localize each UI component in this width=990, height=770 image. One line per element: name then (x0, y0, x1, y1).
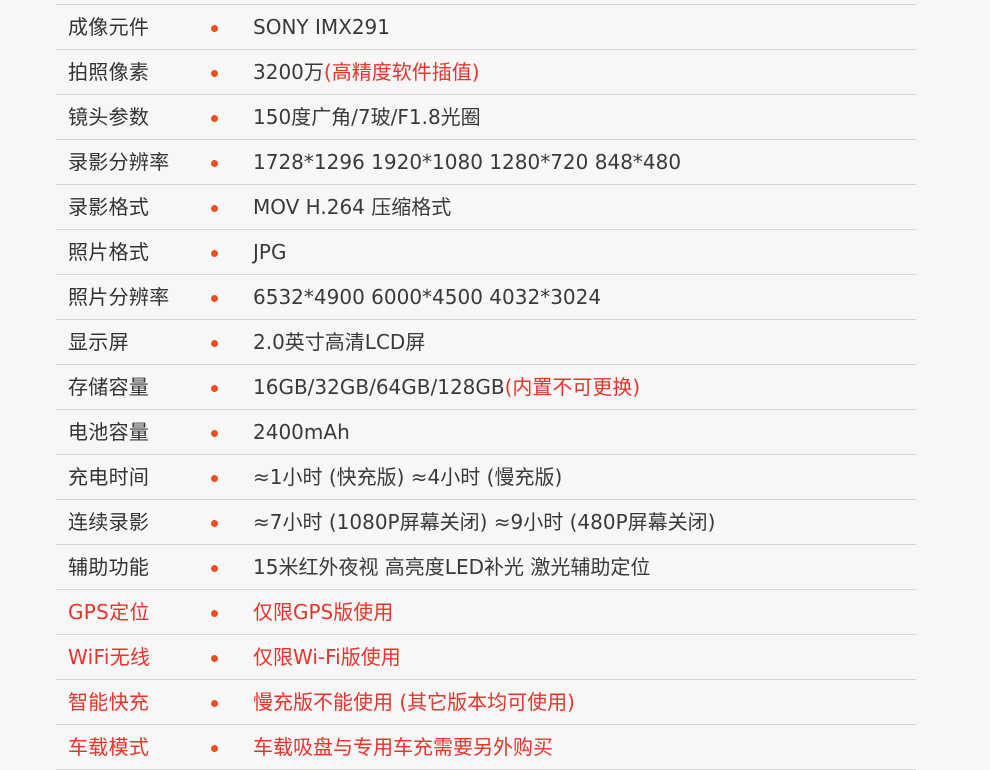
spec-value: 2.0英寸高清LCD屏 (253, 330, 425, 354)
spec-row: 成像元件 SONY IMX291 (56, 5, 916, 50)
spec-value: 6532*4900 6000*4500 4032*3024 (253, 285, 601, 309)
spec-value: 慢充版不能使用 (其它版本均可使用) (253, 690, 575, 714)
spec-value-text: 15米红外夜视 高亮度LED补光 激光辅助定位 (253, 555, 651, 579)
spec-row: 存储容量 16GB/32GB/64GB/128GB(内置不可更换) (56, 365, 916, 410)
bullet-dot-icon (211, 520, 218, 527)
spec-label: 录影分辨率 (68, 150, 170, 174)
spec-label: 镜头参数 (68, 105, 150, 129)
spec-value: 16GB/32GB/64GB/128GB(内置不可更换) (253, 375, 640, 399)
spec-label: 存储容量 (68, 375, 150, 399)
bullet-dot-icon (211, 610, 218, 617)
spec-value-text: 2.0英寸高清LCD屏 (253, 330, 426, 354)
spec-row: 显示屏 2.0英寸高清LCD屏 (56, 320, 916, 365)
spec-value-text: 1728*1296 1920*1080 1280*720 848*480 (253, 150, 682, 174)
bullet-dot-icon (211, 655, 218, 662)
bullet-dot-icon (211, 205, 218, 212)
spec-row: 连续录影 ≈7小时 (1080P屏幕关闭) ≈9小时 (480P屏幕关闭) (56, 500, 916, 545)
spec-value: 车载吸盘与专用车充需要另外购买 (253, 735, 553, 759)
bullet-dot-icon (211, 700, 218, 707)
spec-value-text: 仅限GPS版使用 (253, 600, 394, 624)
spec-row: 拍照像素 3200万(高精度软件插值) (56, 50, 916, 95)
spec-value-text: 6532*4900 6000*4500 4032*3024 (253, 285, 602, 309)
spec-value: 3200万(高精度软件插值) (253, 60, 480, 84)
spec-value-text: 2400mAh (253, 420, 350, 444)
spec-value-text: ≈1小时 (快充版) ≈4小时 (慢充版) (253, 465, 563, 489)
spec-value-text: 仅限Wi-Fi版使用 (253, 645, 401, 669)
spec-row: 照片格式 JPG (56, 230, 916, 275)
spec-value-text: 慢充版不能使用 (其它版本均可使用) (253, 690, 575, 714)
spec-value: 150度广角/7玻/F1.8光圈 (253, 105, 481, 129)
spec-label: GPS定位 (68, 600, 150, 624)
spec-row: GPS定位 仅限GPS版使用 (56, 590, 916, 635)
spec-label: 拍照像素 (68, 60, 150, 84)
spec-label: 录影格式 (68, 195, 150, 219)
spec-value: 15米红外夜视 高亮度LED补光 激光辅助定位 (253, 555, 650, 579)
spec-value-text: JPG (253, 240, 287, 264)
bullet-dot-icon (211, 430, 218, 437)
spec-label: 连续录影 (68, 510, 150, 534)
spec-value: ≈1小时 (快充版) ≈4小时 (慢充版) (253, 465, 562, 489)
spec-row: 电池容量 2400mAh (56, 410, 916, 455)
spec-value-text: 车载吸盘与专用车充需要另外购买 (253, 735, 553, 759)
spec-label: 显示屏 (68, 330, 129, 354)
spec-value-note: (高精度软件插值) (323, 60, 480, 84)
spec-row: 车载模式 车载吸盘与专用车充需要另外购买 (56, 725, 916, 770)
spec-label: 照片格式 (68, 240, 150, 264)
spec-value: 仅限GPS版使用 (253, 600, 393, 624)
bullet-dot-icon (211, 340, 218, 347)
spec-row: 辅助功能 15米红外夜视 高亮度LED补光 激光辅助定位 (56, 545, 916, 590)
spec-value-note: (内置不可更换) (504, 375, 641, 399)
bullet-dot-icon (211, 70, 218, 77)
spec-value: JPG (253, 240, 286, 264)
bullet-dot-icon (211, 115, 218, 122)
bullet-dot-icon (211, 160, 218, 167)
bullet-dot-icon (211, 475, 218, 482)
spec-row: 充电时间 ≈1小时 (快充版) ≈4小时 (慢充版) (56, 455, 916, 500)
bullet-dot-icon (211, 565, 218, 572)
spec-row: 录影格式 MOV H.264 压缩格式 (56, 185, 916, 230)
spec-value: MOV H.264 压缩格式 (253, 195, 451, 219)
spec-value-text: 3200万 (253, 60, 324, 84)
spec-value-text: MOV H.264 压缩格式 (253, 195, 452, 219)
spec-row: 镜头参数 150度广角/7玻/F1.8光圈 (56, 95, 916, 140)
bullet-dot-icon (211, 295, 218, 302)
bullet-dot-icon (211, 250, 218, 257)
spec-label: 电池容量 (68, 420, 150, 444)
spec-value-text: SONY IMX291 (253, 15, 391, 39)
spec-label: 充电时间 (68, 465, 150, 489)
spec-label: 照片分辨率 (68, 285, 170, 309)
spec-value: 1728*1296 1920*1080 1280*720 848*480 (253, 150, 681, 174)
spec-row: 智能快充 慢充版不能使用 (其它版本均可使用) (56, 680, 916, 725)
spec-value: 仅限Wi-Fi版使用 (253, 645, 401, 669)
spec-label: 智能快充 (68, 690, 150, 714)
spec-label: WiFi无线 (68, 645, 151, 669)
spec-value: ≈7小时 (1080P屏幕关闭) ≈9小时 (480P屏幕关闭) (253, 510, 715, 534)
spec-value: 2400mAh (253, 420, 350, 444)
bullet-dot-icon (211, 25, 218, 32)
spec-value: SONY IMX291 (253, 15, 390, 39)
spec-value-text: 150度广角/7玻/F1.8光圈 (253, 105, 481, 129)
spec-row: 照片分辨率 6532*4900 6000*4500 4032*3024 (56, 275, 916, 320)
spec-row: 录影分辨率 1728*1296 1920*1080 1280*720 848*48… (56, 140, 916, 185)
spec-label: 成像元件 (68, 15, 150, 39)
bullet-dot-icon (211, 745, 218, 752)
spec-row: WiFi无线 仅限Wi-Fi版使用 (56, 635, 916, 680)
spec-label: 辅助功能 (68, 555, 150, 579)
spec-value-text: 16GB/32GB/64GB/128GB (253, 375, 505, 399)
bullet-dot-icon (211, 385, 218, 392)
spec-label: 车载模式 (68, 735, 150, 759)
spec-table: 成像元件 SONY IMX291 拍照像素 3200万(高精度软件插值) 镜头参数 150… (56, 5, 916, 770)
spec-value-text: ≈7小时 (1080P屏幕关闭) ≈9小时 (480P屏幕关闭) (253, 510, 716, 534)
